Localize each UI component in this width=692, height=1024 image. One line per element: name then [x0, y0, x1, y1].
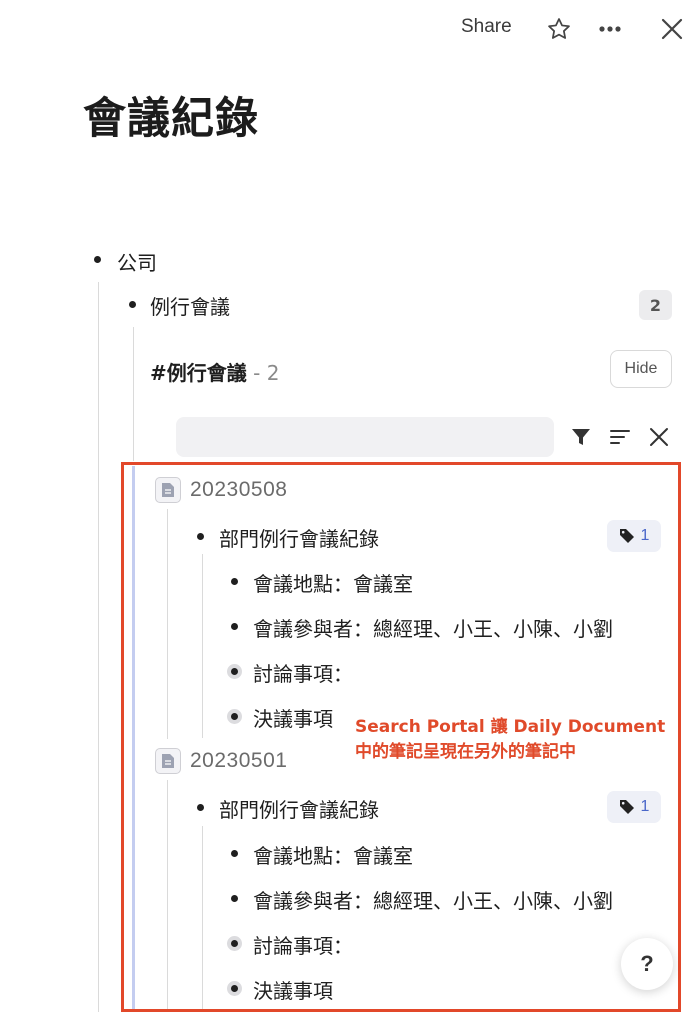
clear-icon[interactable]: [646, 424, 672, 450]
bullet[interactable]: [129, 301, 136, 308]
search-input[interactable]: [176, 417, 554, 457]
close-icon[interactable]: [658, 15, 686, 43]
annotation-line-1: Search Portal 讓 Daily Document: [355, 717, 666, 737]
tree-guide: [133, 327, 134, 461]
filter-icon[interactable]: [568, 424, 594, 450]
annotation-line-2: 中的筆記呈現在另外的筆記中: [355, 742, 576, 762]
star-icon[interactable]: [545, 15, 573, 43]
help-button[interactable]: ?: [621, 938, 673, 990]
page-title: 會議紀錄: [83, 94, 259, 144]
tag-header: #例行會議 - 2: [150, 357, 279, 386]
bullet[interactable]: [94, 256, 101, 263]
hide-button[interactable]: Hide: [610, 350, 672, 388]
tag-count: - 2: [253, 361, 280, 385]
annotation: Search Portal 讓 Daily Document 中的筆記呈現在另外…: [355, 715, 665, 765]
node-child-label[interactable]: 例行會議: [150, 291, 230, 320]
share-button[interactable]: Share: [461, 16, 512, 38]
tree-guide: [98, 282, 99, 1012]
tag-name[interactable]: #例行會議: [150, 361, 247, 385]
more-icon[interactable]: [596, 15, 624, 43]
node-root-label[interactable]: 公司: [117, 247, 157, 276]
sort-icon[interactable]: [607, 424, 633, 450]
child-count-badge[interactable]: 2: [639, 290, 672, 320]
